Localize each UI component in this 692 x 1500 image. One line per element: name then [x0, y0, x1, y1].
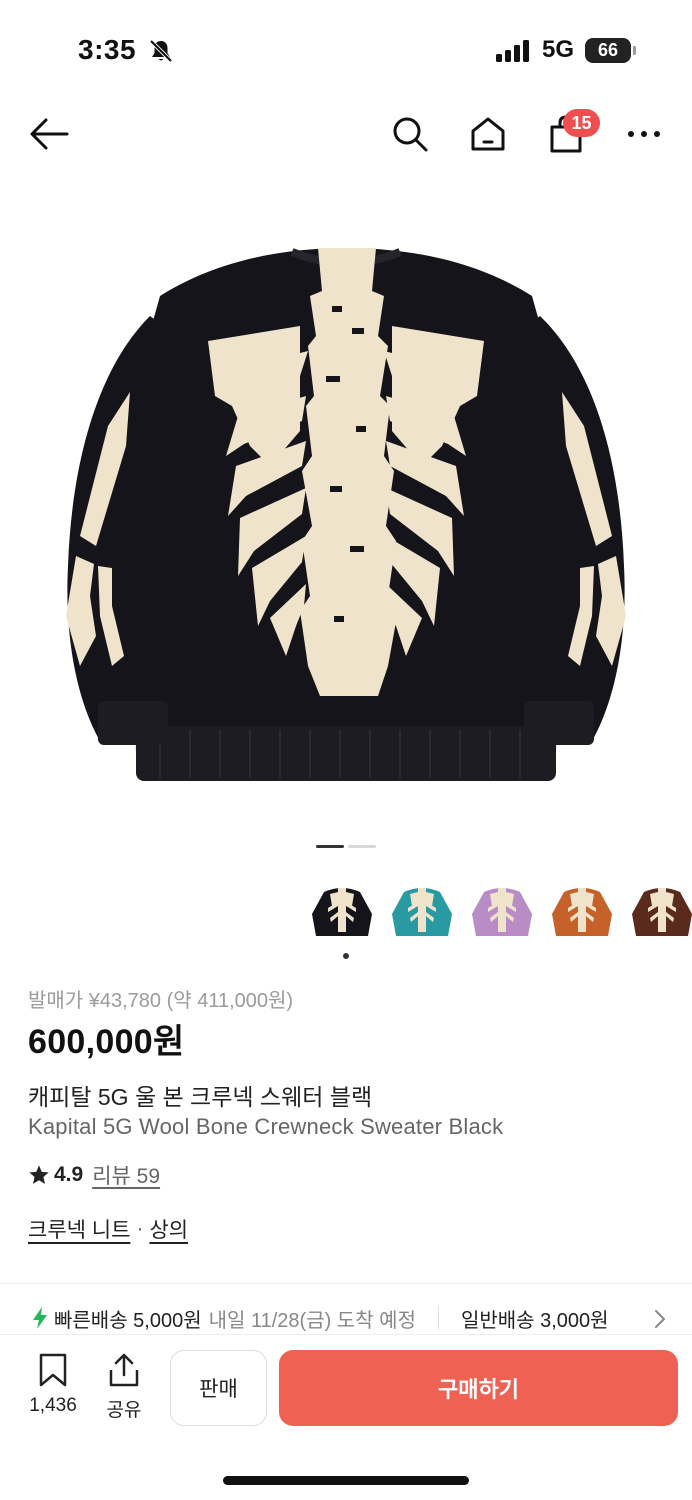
- rating-score: 4.9: [54, 1163, 84, 1186]
- silent-bell-icon: [149, 39, 173, 63]
- home-indicator: [223, 1476, 469, 1485]
- battery-icon: 66: [585, 38, 636, 63]
- chevron-right-icon: [655, 1310, 665, 1328]
- current-price: 600,000원: [28, 1023, 185, 1061]
- category-link-top[interactable]: 상의: [149, 1214, 188, 1244]
- variant-sweater-image: [312, 888, 372, 936]
- cart-count-badge: 15: [563, 109, 600, 137]
- pager-dot-active: [316, 845, 344, 848]
- color-variant-thumb[interactable]: [470, 878, 534, 942]
- fast-shipping-label: 빠른배송 5,000원: [54, 1309, 202, 1332]
- review-link[interactable]: 리뷰 59: [92, 1160, 160, 1190]
- back-button[interactable]: [26, 112, 72, 156]
- product-name-en: Kapital 5G Wool Bone Crewneck Sweater Bl…: [28, 1114, 504, 1139]
- category-breadcrumb: 크루넥 니트 · 상의: [28, 1214, 188, 1244]
- color-variant-thumb[interactable]: [390, 878, 454, 942]
- share-button[interactable]: 공유: [94, 1353, 154, 1422]
- buy-button[interactable]: 구매하기: [279, 1350, 678, 1426]
- normal-shipping-label: 일반배송 3,000원: [460, 1309, 609, 1332]
- selected-variant-indicator: [343, 953, 349, 959]
- status-bar: 3:35 5G 66: [0, 0, 692, 100]
- variant-sweater-image: [392, 888, 452, 936]
- home-icon: [471, 117, 505, 151]
- color-variant-thumb[interactable]: [310, 878, 374, 942]
- variant-sweater-image: [632, 888, 692, 936]
- shipping-divider: [437, 1306, 439, 1330]
- home-button[interactable]: [466, 112, 510, 156]
- image-pager: [316, 845, 376, 848]
- top-nav: 15: [0, 100, 692, 166]
- lightning-icon: [33, 1307, 47, 1329]
- product-image[interactable]: [0, 196, 692, 826]
- share-label: 공유: [106, 1400, 142, 1421]
- product-name-ko: 캐피탈 5G 울 본 크루넥 스웨터 블랙: [28, 1084, 373, 1110]
- color-variant-thumb[interactable]: [550, 878, 614, 942]
- variant-sweater-image: [472, 888, 532, 936]
- release-price: 발매가 ¥43,780 (약 411,000원): [28, 990, 294, 1012]
- variant-sweater-image: [552, 888, 612, 936]
- category-separator: ·: [136, 1217, 144, 1240]
- bookmark-icon: [39, 1353, 67, 1387]
- signal-icon: [496, 40, 529, 62]
- wishlist-count: 1,436: [29, 1395, 77, 1416]
- color-variant-thumb[interactable]: [630, 878, 692, 942]
- color-variant-list: [310, 878, 692, 944]
- more-dots-icon: [628, 131, 660, 137]
- search-button[interactable]: [388, 112, 432, 156]
- share-icon: [109, 1353, 139, 1387]
- section-divider: [0, 1283, 692, 1284]
- shipping-options[interactable]: 빠른배송 5,000원 내일 11/28(금) 도착 예정 일반배송 3,000…: [30, 1300, 692, 1336]
- search-icon: [393, 117, 428, 152]
- pager-dot: [348, 845, 376, 848]
- more-button[interactable]: [622, 112, 666, 156]
- sell-button[interactable]: 판매: [170, 1350, 267, 1426]
- wishlist-button[interactable]: 1,436: [22, 1353, 84, 1417]
- status-time: 3:35: [78, 34, 137, 65]
- category-link-knit[interactable]: 크루넥 니트: [28, 1214, 130, 1244]
- shipping-chevron-button[interactable]: [650, 1307, 670, 1331]
- rating-row: 4.9 리뷰 59: [28, 1160, 160, 1190]
- arrow-left-icon: [30, 118, 69, 150]
- star-icon: [29, 1165, 49, 1184]
- network-type: 5G: [542, 36, 575, 63]
- fast-shipping-eta: 내일 11/28(금) 도착 예정: [208, 1309, 416, 1332]
